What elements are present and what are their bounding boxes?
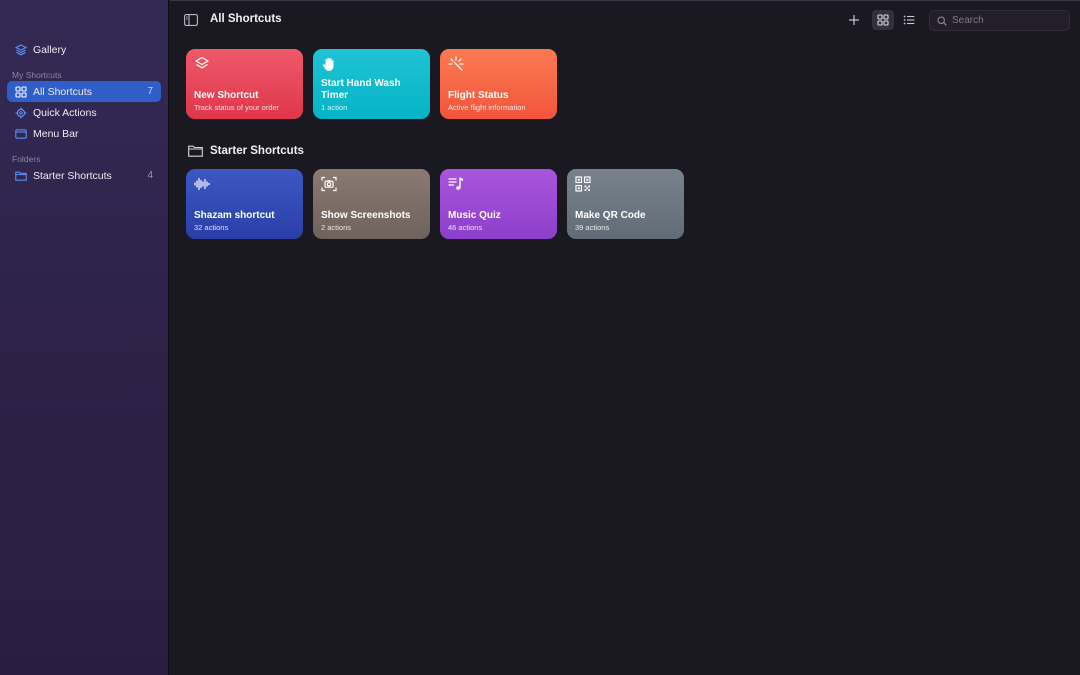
- gear-icon: [15, 107, 27, 119]
- shortcut-name: Music Quiz: [448, 210, 501, 221]
- list-view-button[interactable]: [898, 10, 920, 30]
- page-title: All Shortcuts: [210, 13, 282, 25]
- list-view-icon: [903, 15, 915, 25]
- folder-title: Starter Shortcuts: [210, 145, 304, 157]
- shortcut-tile-shazam-shortcut[interactable]: Shazam shortcut 32 actions: [186, 169, 303, 239]
- sidebar-item-all-shortcuts[interactable]: All Shortcuts 7: [7, 81, 161, 102]
- sidebar-item-label: Gallery: [33, 43, 67, 56]
- shortcut-name: Show Screenshots: [321, 210, 411, 221]
- shortcut-name: Shazam shortcut: [194, 210, 275, 221]
- sidebar-item-quick-actions[interactable]: Quick Actions: [7, 102, 161, 123]
- sidebar-item-label: Starter Shortcuts: [33, 169, 112, 182]
- shortcut-tile-new-shortcut[interactable]: New Shortcut Track status of your order: [186, 49, 303, 119]
- sidebar-toggle-icon[interactable]: [184, 13, 198, 26]
- main-content: All Shortcuts New Shortcut Track status …: [170, 0, 1080, 675]
- music-list-icon: [448, 176, 464, 192]
- layers-icon: [194, 56, 210, 72]
- folder-icon: [188, 145, 203, 157]
- shortcut-subtitle: Track status of your order: [194, 103, 280, 112]
- grid-icon: [15, 85, 27, 98]
- shortcut-subtitle: 39 actions: [575, 223, 610, 232]
- shortcut-subtitle: 46 actions: [448, 223, 483, 232]
- add-shortcut-button[interactable]: [843, 10, 865, 30]
- shortcut-tile-start-hand-wash-timer[interactable]: Start Hand Wash Timer 1 action: [313, 49, 430, 119]
- sidebar-item-label: All Shortcuts: [33, 85, 92, 98]
- sidebar-item-starter-shortcuts[interactable]: Starter Shortcuts 4: [7, 165, 161, 186]
- grid-view-icon: [877, 14, 889, 26]
- shortcut-name: Flight Status: [448, 90, 509, 101]
- shortcut-name: Start Hand Wash Timer: [321, 78, 401, 101]
- sidebar-item-label: Menu Bar: [33, 127, 79, 140]
- section-header-folders: Folders: [12, 154, 41, 164]
- grid-view-button[interactable]: [872, 10, 894, 30]
- search-icon: [937, 15, 947, 26]
- sidebar-item-count: 4: [147, 170, 153, 181]
- sidebar-item-label: Quick Actions: [33, 106, 97, 119]
- sidebar-item-count: 7: [147, 86, 153, 97]
- shortcut-tile-flight-status[interactable]: Flight Status Active flight information: [440, 49, 557, 119]
- hand-icon: [321, 56, 337, 72]
- shortcut-tile-music-quiz[interactable]: Music Quiz 46 actions: [440, 169, 557, 239]
- waveform-icon: [194, 176, 210, 192]
- search-field[interactable]: [929, 10, 1070, 31]
- sidebar-item-gallery[interactable]: Gallery: [7, 39, 161, 60]
- sidebar-item-menu-bar[interactable]: Menu Bar: [7, 123, 161, 144]
- shortcut-subtitle: 1 action: [321, 103, 348, 112]
- shortcut-tile-show-screenshots[interactable]: Show Screenshots 2 actions: [313, 169, 430, 239]
- folder-section-header: Starter Shortcuts: [188, 145, 304, 157]
- shortcut-name: Make QR Code: [575, 210, 646, 221]
- sidebar: Gallery My Shortcuts All Shortcuts 7 Qui…: [0, 0, 169, 675]
- sparkle-icon: [448, 56, 464, 72]
- toolbar: All Shortcuts: [170, 0, 1080, 38]
- shortcut-subtitle: 2 actions: [321, 223, 352, 232]
- plus-icon: [849, 15, 859, 25]
- shortcut-subtitle: Active flight information: [448, 103, 526, 112]
- qrcode-icon: [575, 176, 591, 192]
- camera-viewfinder-icon: [321, 176, 337, 192]
- search-input[interactable]: [952, 15, 1062, 26]
- folder-icon: [15, 170, 27, 182]
- menubar-icon: [15, 128, 27, 140]
- section-header-my-shortcuts: My Shortcuts: [12, 70, 62, 80]
- shortcut-tile-make-qr-code[interactable]: Make QR Code 39 actions: [567, 169, 684, 239]
- shortcut-name: New Shortcut: [194, 90, 259, 101]
- shortcut-subtitle: 32 actions: [194, 223, 229, 232]
- shortcuts-app-window: Gallery My Shortcuts All Shortcuts 7 Qui…: [0, 0, 1080, 675]
- gallery-layers-icon: [15, 43, 27, 56]
